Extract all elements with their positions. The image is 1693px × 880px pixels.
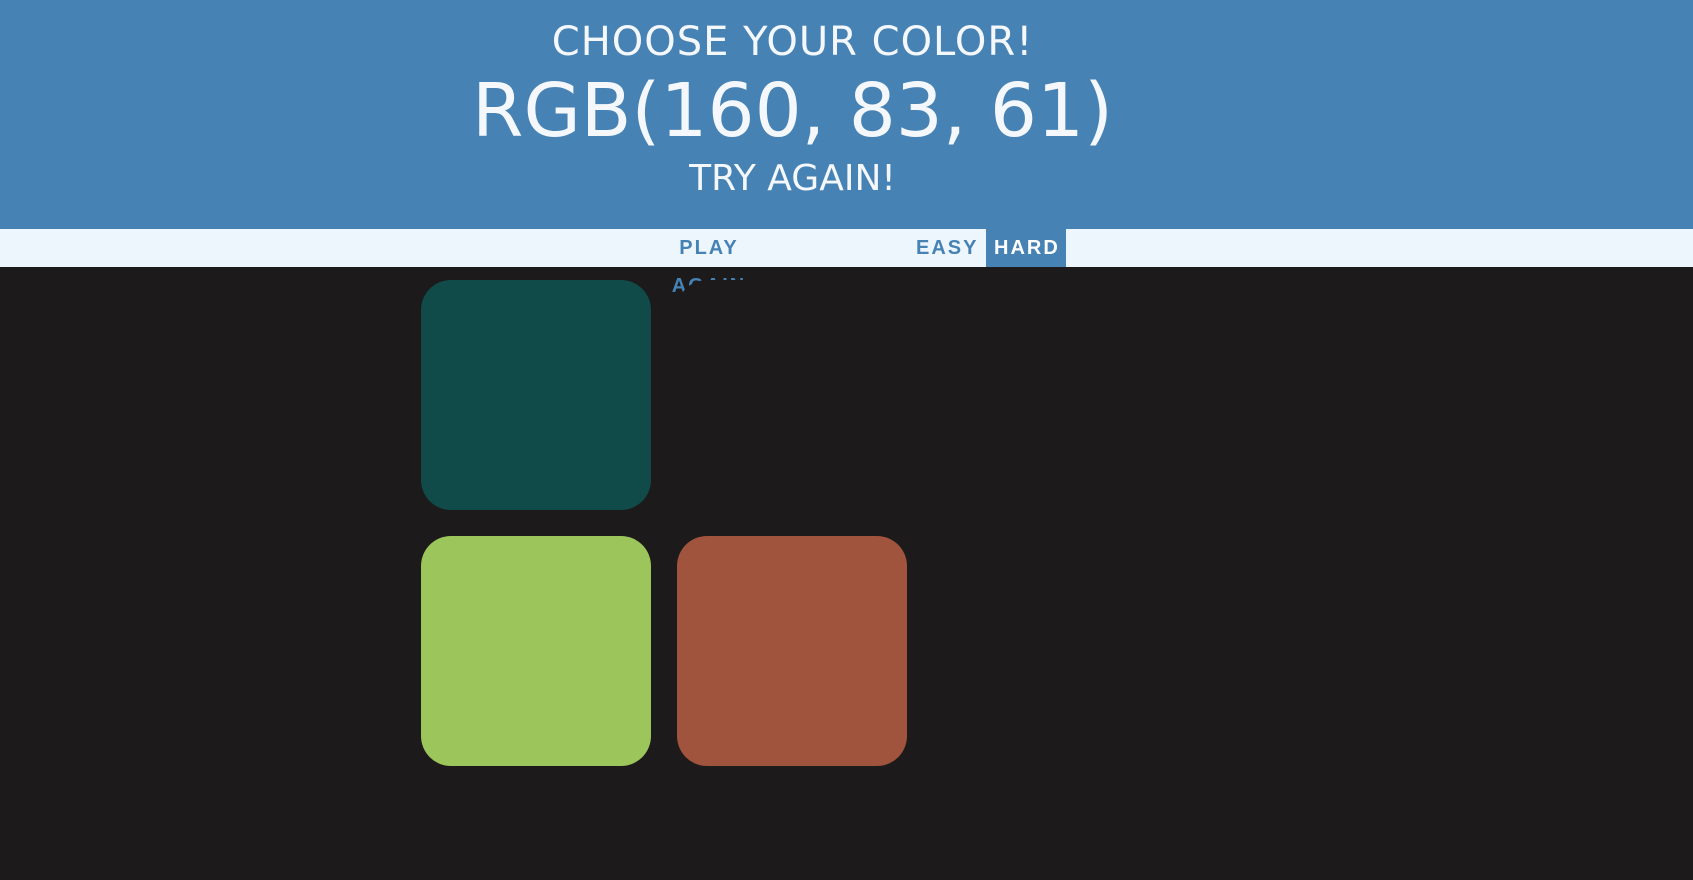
color-square[interactable] bbox=[677, 280, 907, 510]
status-message: TRY AGAIN! bbox=[689, 158, 896, 199]
color-square[interactable] bbox=[677, 536, 907, 766]
color-square[interactable] bbox=[421, 536, 651, 766]
rgb-target-display: RGB(160, 83, 61) bbox=[472, 68, 1113, 154]
easy-mode-button[interactable]: EASY bbox=[908, 229, 986, 267]
control-stripe: PLAY AGAIN EASY HARD bbox=[0, 229, 1693, 297]
game-title: CHOOSE YOUR COLOR! bbox=[551, 19, 1034, 65]
game-header: CHOOSE YOUR COLOR! RGB(160, 83, 61) TRY … bbox=[0, 0, 1693, 229]
color-square[interactable] bbox=[933, 280, 1163, 510]
color-square[interactable] bbox=[421, 280, 651, 510]
color-square[interactable] bbox=[933, 536, 1163, 766]
play-again-button[interactable]: PLAY AGAIN bbox=[634, 229, 784, 297]
color-board bbox=[0, 267, 1693, 880]
hard-mode-button[interactable]: HARD bbox=[986, 229, 1066, 267]
